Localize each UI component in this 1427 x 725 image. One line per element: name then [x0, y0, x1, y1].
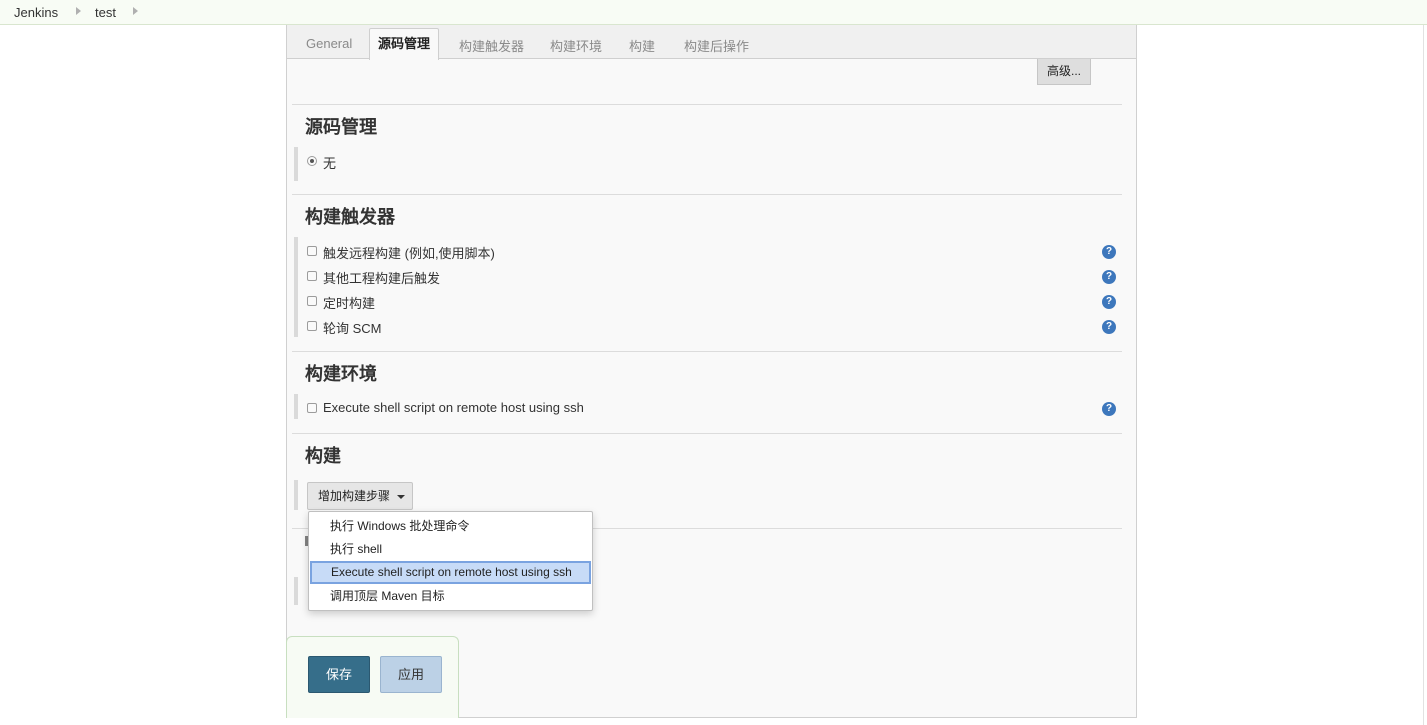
checkbox[interactable]: [307, 321, 317, 331]
section-divider: [292, 351, 1122, 352]
section-bar: [294, 577, 298, 605]
breadcrumb-jenkins[interactable]: Jenkins: [14, 5, 58, 20]
help-icon[interactable]: ?: [1102, 245, 1116, 259]
menu-item-shell[interactable]: 执行 shell: [309, 538, 592, 561]
advanced-button[interactable]: 高级...: [1037, 59, 1091, 85]
section-divider: [292, 433, 1122, 434]
help-icon[interactable]: ?: [1102, 320, 1116, 334]
tab-scm[interactable]: 源码管理: [369, 28, 439, 60]
breadcrumb: Jenkins test: [0, 0, 1427, 25]
tab-general[interactable]: General: [306, 36, 352, 51]
scm-option-label: 无: [323, 156, 337, 171]
checkbox[interactable]: [307, 403, 317, 413]
menu-item-ssh-remote[interactable]: Execute shell script on remote host usin…: [310, 561, 591, 584]
section-bar: [294, 480, 298, 510]
help-icon[interactable]: ?: [1102, 295, 1116, 309]
radio-button[interactable]: [307, 156, 317, 166]
section-title-scm: 源码管理: [305, 117, 377, 137]
help-icon[interactable]: ?: [1102, 270, 1116, 284]
checkbox[interactable]: [307, 271, 317, 281]
add-build-step-label: 增加构建步骤: [318, 489, 391, 503]
section-title-triggers: 构建触发器: [305, 207, 395, 227]
trigger-label: 定时构建: [323, 296, 376, 311]
trigger-label: 其他工程构建后触发: [323, 271, 441, 286]
trigger-label: 轮询 SCM: [323, 321, 382, 336]
add-build-step-button[interactable]: 增加构建步骤: [307, 482, 413, 510]
checkbox[interactable]: [307, 296, 317, 306]
tab-build-triggers[interactable]: 构建触发器: [459, 36, 524, 55]
section-bar: [294, 147, 298, 181]
section-divider: [292, 104, 1122, 105]
tab-post-build[interactable]: 构建后操作: [684, 36, 749, 55]
section-bar: [294, 394, 298, 419]
apply-button[interactable]: 应用: [380, 656, 442, 693]
right-divider: [1423, 25, 1424, 725]
caret-down-icon: [397, 495, 405, 499]
build-env-label: Execute shell script on remote host usin…: [323, 400, 584, 415]
save-button[interactable]: 保存: [308, 656, 370, 693]
help-icon[interactable]: ?: [1102, 402, 1116, 416]
section-divider: [292, 194, 1122, 195]
chevron-right-icon[interactable]: [76, 7, 81, 15]
tab-build-environment[interactable]: 构建环境: [550, 36, 602, 55]
checkbox[interactable]: [307, 246, 317, 256]
section-bar: [294, 237, 298, 337]
config-tabbar: General 源码管理 构建触发器 构建环境 构建 构建后操作: [287, 25, 1136, 60]
tab-build[interactable]: 构建: [629, 36, 655, 55]
section-title-build: 构建: [305, 446, 341, 466]
config-panel: General 源码管理 构建触发器 构建环境 构建 构建后操作 高级... 源…: [286, 25, 1137, 718]
menu-item-windows-batch[interactable]: 执行 Windows 批处理命令: [309, 515, 592, 538]
build-step-menu: 执行 Windows 批处理命令 执行 shell Execute shell …: [308, 511, 593, 611]
menu-item-maven[interactable]: 调用顶层 Maven 目标: [309, 585, 592, 608]
trigger-label: 触发远程构建 (例如,使用脚本): [323, 246, 495, 261]
form-actions: 保存 应用: [286, 636, 459, 718]
breadcrumb-test[interactable]: test: [95, 5, 116, 20]
section-title-build-env: 构建环境: [305, 364, 377, 384]
chevron-right-icon[interactable]: [133, 7, 138, 15]
